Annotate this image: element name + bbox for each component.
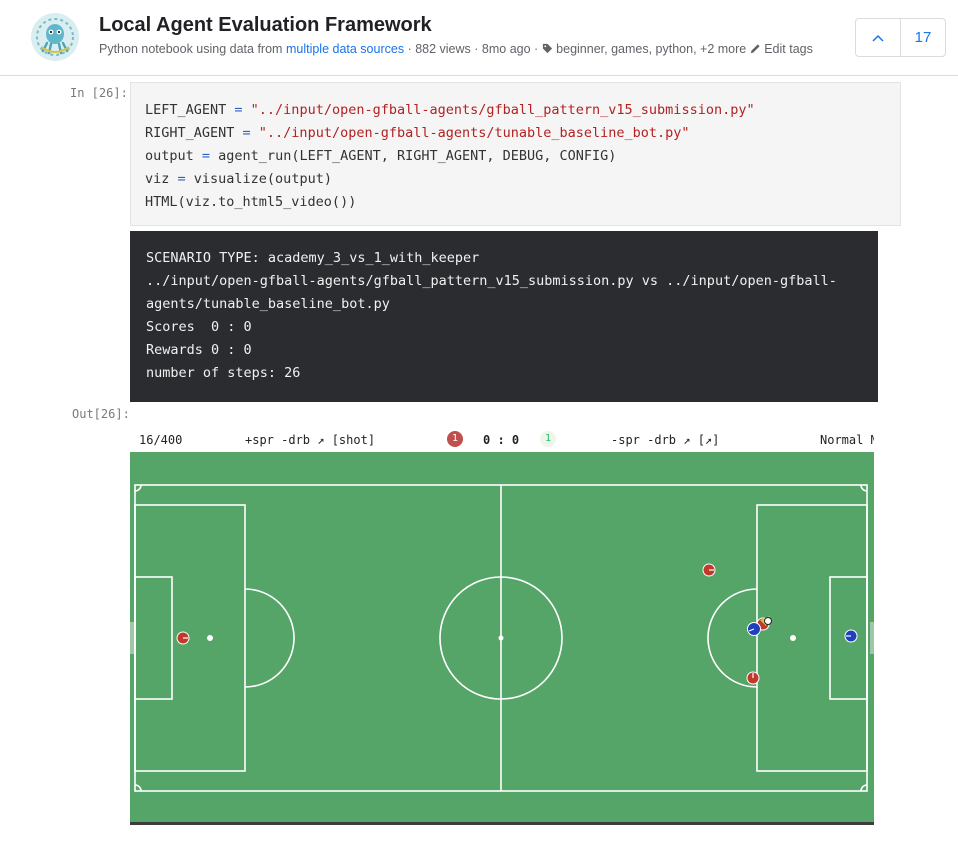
video-hud: 16/400 +spr -drb ↗ [shot] 1 0 : 0 1 -spr… bbox=[130, 428, 874, 452]
notebook-title: Local Agent Evaluation Framework bbox=[99, 14, 432, 36]
output-line: ../input/open-gfball-agents/gfball_patte… bbox=[146, 273, 837, 289]
output-line: agents/tunable_baseline_bot.py bbox=[146, 296, 390, 312]
code-line: viz = visualize(output) bbox=[145, 171, 332, 187]
vote-widget: 17 bbox=[855, 18, 946, 57]
tag-icon bbox=[542, 43, 552, 54]
edit-tags-link[interactable]: Edit tags bbox=[764, 42, 813, 56]
ball bbox=[764, 617, 772, 625]
tags-list[interactable]: beginner, games, python, +2 more bbox=[556, 42, 746, 56]
output-line: number of steps: 26 bbox=[146, 365, 301, 381]
step-counter: 16/400 bbox=[139, 433, 183, 447]
code-line: RIGHT_AGENT = "../input/open-gfball-agen… bbox=[145, 125, 690, 141]
output-line: Rewards 0 : 0 bbox=[146, 342, 252, 358]
out-prompt: Out[26]: bbox=[72, 407, 130, 421]
author-avatar[interactable] bbox=[31, 13, 79, 61]
right-team-badge: 1 bbox=[540, 431, 556, 447]
notebook-meta: Python notebook using data from multiple… bbox=[99, 42, 813, 56]
output-console: SCENARIO TYPE: academy_3_vs_1_with_keepe… bbox=[130, 231, 878, 402]
in-prompt: In [26]: bbox=[70, 86, 128, 100]
pencil-icon bbox=[750, 44, 760, 54]
code-line: LEFT_AGENT = "../input/open-gfball-agent… bbox=[145, 102, 755, 118]
subtitle-prefix: Python notebook using data from bbox=[99, 42, 283, 56]
upvote-button[interactable] bbox=[856, 19, 901, 56]
chevron-up-icon bbox=[872, 34, 884, 42]
code-line: output = agent_run(LEFT_AGENT, RIGHT_AGE… bbox=[145, 148, 617, 164]
game-mode: Normal M bbox=[820, 433, 874, 447]
notebook-age: · 8mo ago · bbox=[474, 42, 539, 56]
right-agent-actions: -spr -drb ↗ [↗] bbox=[611, 433, 720, 447]
soccer-field-video[interactable] bbox=[130, 452, 874, 825]
match-score: 0 : 0 bbox=[483, 433, 520, 447]
code-cell[interactable]: LEFT_AGENT = "../input/open-gfball-agent… bbox=[130, 82, 901, 226]
output-line: Scores 0 : 0 bbox=[146, 319, 252, 335]
vote-count: 17 bbox=[914, 29, 932, 46]
views-count: · 882 views bbox=[407, 42, 471, 56]
notebook-header: Local Agent Evaluation Framework Python … bbox=[0, 0, 958, 76]
output-line: SCENARIO TYPE: academy_3_vs_1_with_keepe… bbox=[146, 250, 480, 266]
code-line: HTML(viz.to_html5_video()) bbox=[145, 194, 357, 210]
data-sources-link[interactable]: multiple data sources bbox=[286, 42, 404, 56]
left-team-badge: 1 bbox=[447, 431, 463, 447]
left-agent-actions: +spr -drb ↗ [shot] bbox=[245, 433, 376, 447]
